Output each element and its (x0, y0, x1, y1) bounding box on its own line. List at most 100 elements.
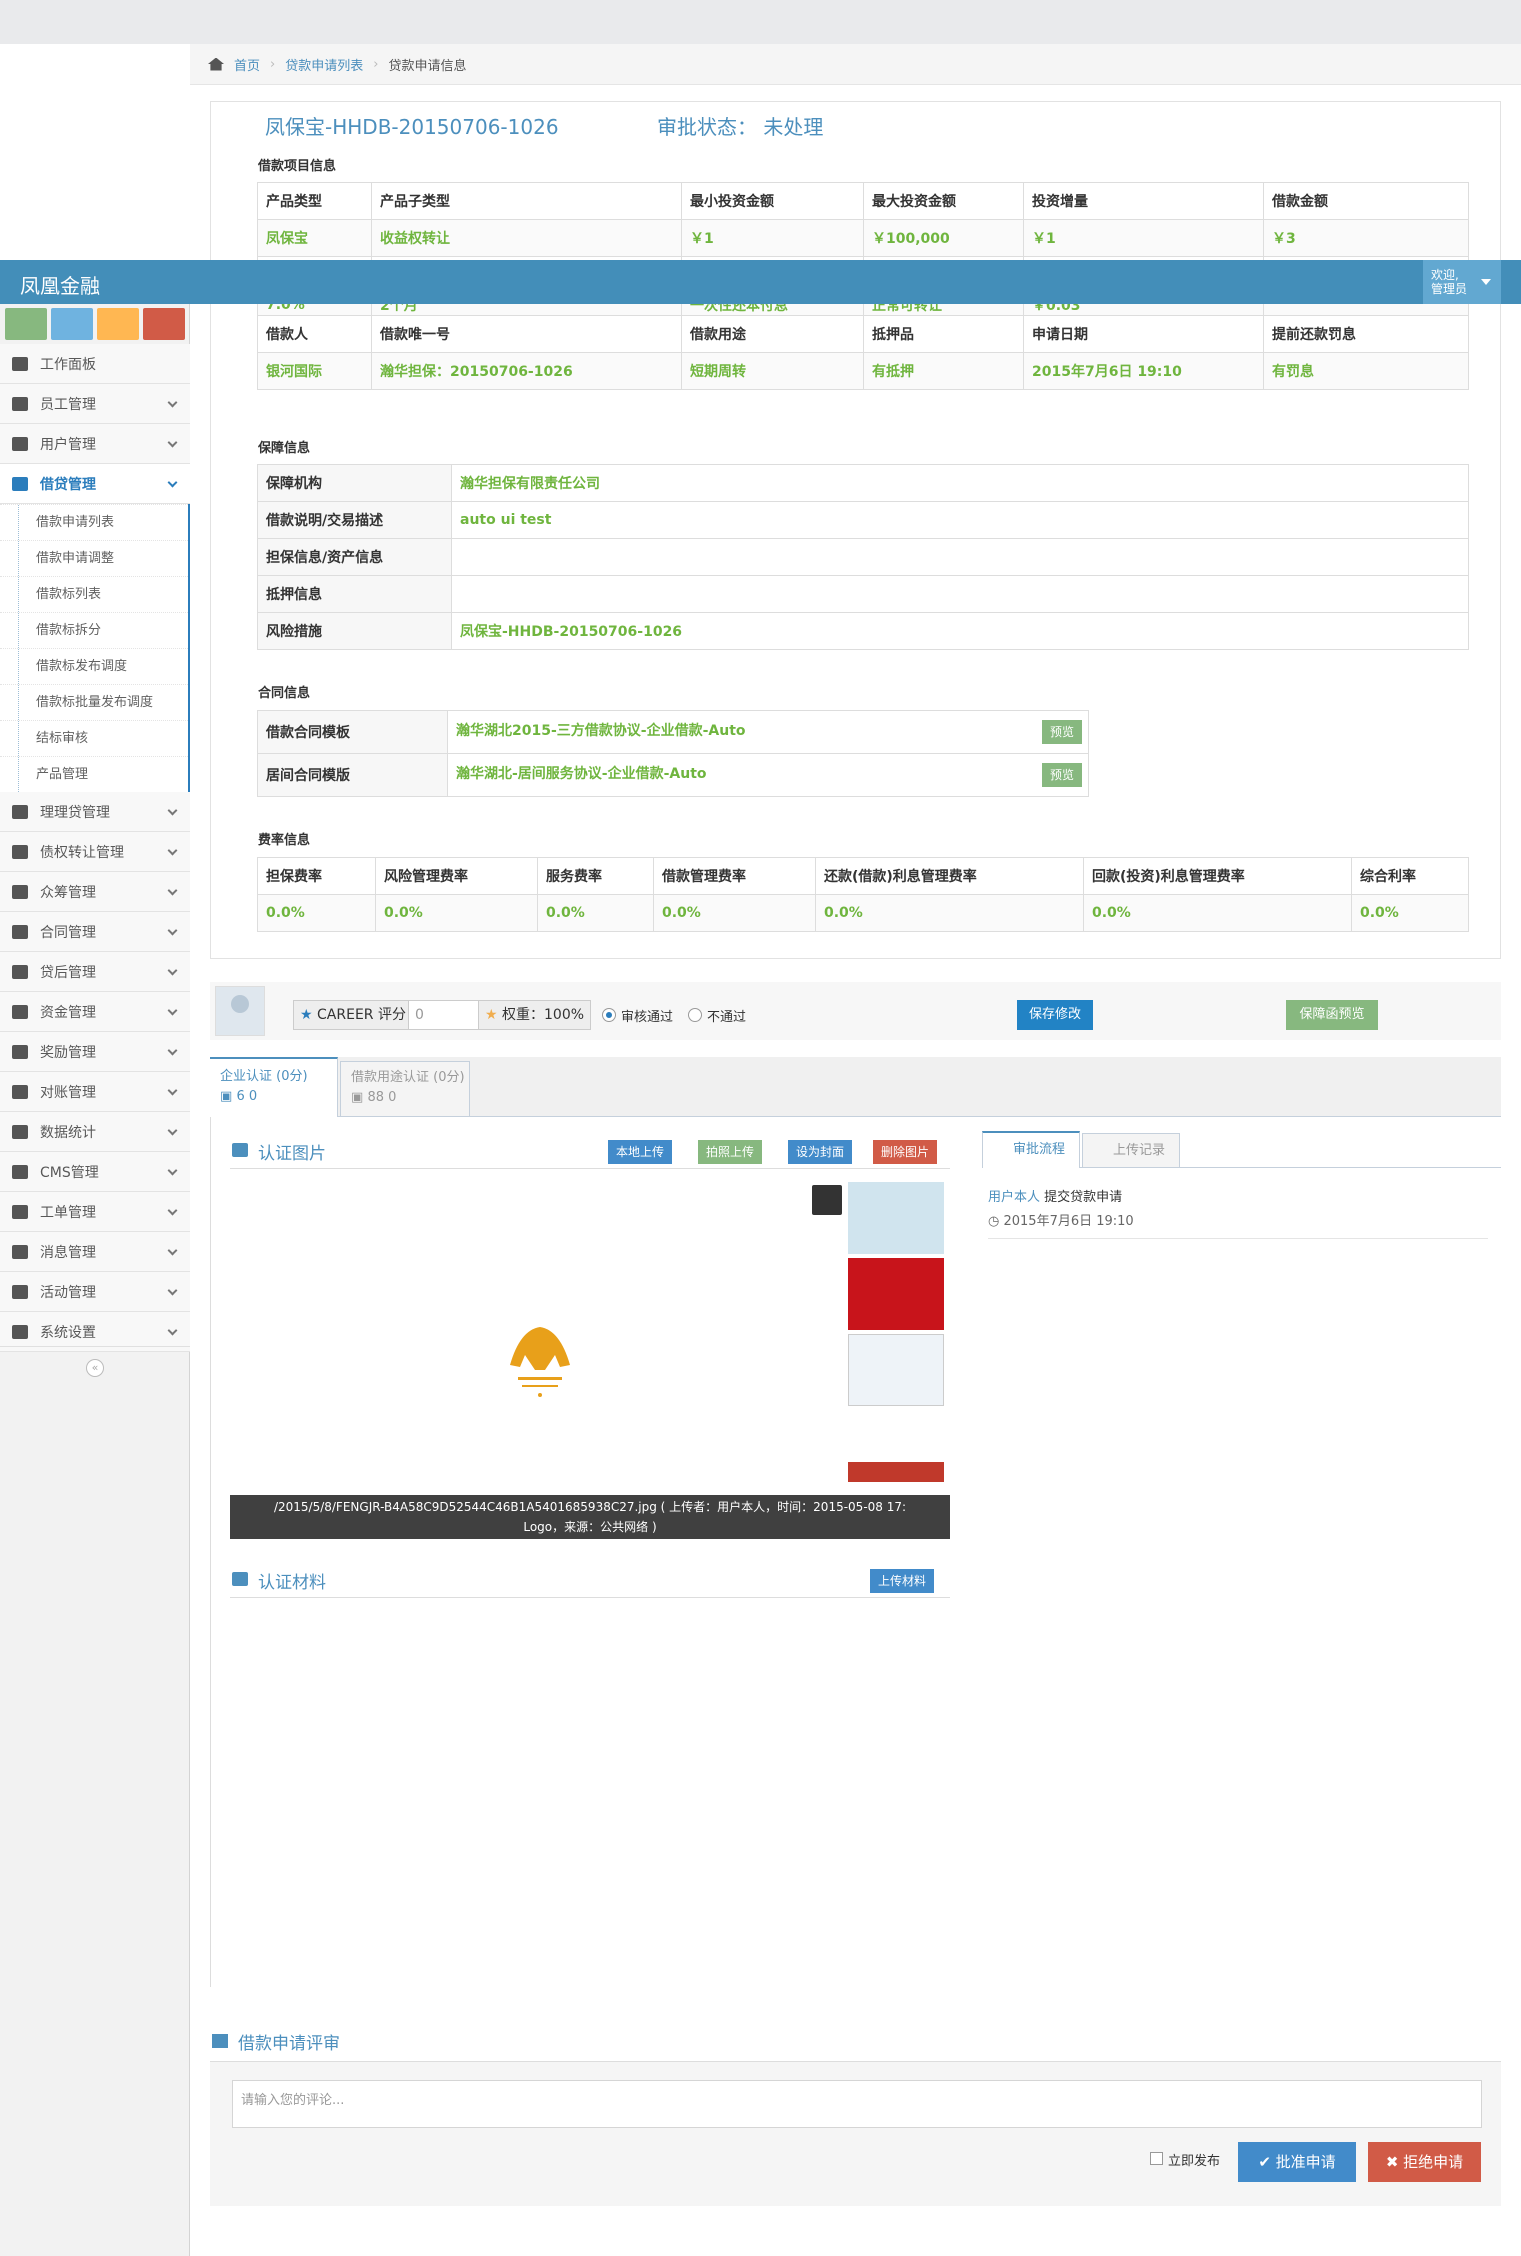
table-label: 担保信息/资产信息 (257, 538, 452, 576)
double-angle-left-icon[interactable]: « (86, 1359, 104, 1377)
preview-button[interactable]: 预览 (1042, 720, 1082, 744)
caption-line: /2015/5/8/FENGJR-B4A58C9D52544C46B1A5401… (273, 1500, 907, 1514)
local-upload-button[interactable]: 本地上传 (608, 1140, 673, 1164)
sidebar-item-label: 奖励管理 (40, 1044, 96, 1061)
brand-logo[interactable]: 凤凰金融 (20, 270, 100, 299)
photo-upload-button[interactable]: 拍照上传 (698, 1140, 763, 1164)
sidebar-item-reconcile[interactable]: 对账管理 (0, 1072, 190, 1112)
submenu-item[interactable]: 产品管理 (0, 756, 188, 792)
sidebar-item-label: 债权转让管理 (40, 844, 124, 861)
sidebar-item-activities[interactable]: 活动管理 (0, 1272, 190, 1312)
reject-button[interactable]: ✖ 拒绝申请 (1368, 2142, 1481, 2182)
sidebar-item-label: 理理贷管理 (40, 804, 110, 821)
submenu-item[interactable]: 借款标列表 (0, 576, 188, 612)
loan-info-panel: 凤保宝-HHDB-20150706-1026 审批状态： 未处理 借款项目信息 … (210, 101, 1501, 959)
flow-entry: 用户本人 提交贷款申请 (988, 1186, 1488, 1210)
user-icon (12, 436, 28, 451)
tab-counts: ▣ 6 0 (220, 1087, 337, 1107)
image-icon: ▣ (220, 1089, 233, 1104)
approve-button[interactable]: ✔ 批准申请 (1238, 2142, 1356, 2182)
delete-image-button[interactable]: 删除图片 (873, 1140, 938, 1164)
users-icon[interactable] (97, 308, 139, 340)
chevron-down-icon (167, 477, 178, 488)
table-cell: 0.0% (1083, 894, 1352, 932)
cert-materials-header: 认证材料 上传材料 (230, 1562, 950, 1598)
weight-text: 权重：100% (502, 1007, 585, 1023)
sidebar-item-crowdfunding[interactable]: 众筹管理 (0, 872, 190, 912)
table-cell: 收益权转让 (371, 219, 682, 257)
guarantee-preview-button[interactable]: 保障函预览 (1286, 1000, 1378, 1030)
sidebar-item-licai[interactable]: 理理贷管理 (0, 792, 190, 832)
sidebar-item-users[interactable]: 用户管理 (0, 424, 190, 464)
section-title-project: 借款项目信息 (258, 159, 337, 174)
tab-upload-records[interactable]: 上传记录 (1082, 1133, 1180, 1168)
sidebar-item-loans[interactable]: 借贷管理 (0, 464, 190, 504)
thumbnail-image[interactable] (848, 1410, 944, 1482)
sidebar-item-label: 贷后管理 (40, 964, 96, 981)
preview-button[interactable]: 预览 (1042, 763, 1082, 787)
tags-icon (12, 1244, 28, 1259)
flow-user[interactable]: 用户本人 (988, 1190, 1040, 1205)
tab-label: 企业认证 (0分) (220, 1069, 308, 1084)
flow-time-text: 2015年7月6日 19:10 (1003, 1214, 1134, 1229)
approve-label: 批准申请 (1275, 2153, 1336, 2171)
thumbnail-image[interactable] (848, 1258, 944, 1330)
career-label: CAREER 评分 (317, 1007, 406, 1023)
sidebar-item-label: 对账管理 (40, 1084, 96, 1101)
submenu-item[interactable]: 借款申请列表 (0, 504, 188, 540)
money-icon (12, 1004, 28, 1019)
copy-icon (12, 1124, 28, 1139)
breadcrumb-list[interactable]: 贷款申请列表 (285, 55, 363, 74)
publish-checkbox[interactable] (1150, 2152, 1163, 2165)
caption-line: Logo，来源：公共网络 ) (523, 1520, 657, 1534)
sidebar-item-dashboard[interactable]: 工作面板 (0, 344, 190, 384)
sidebar-item-stats[interactable]: 数据统计 (0, 1112, 190, 1152)
cogs-icon[interactable] (143, 308, 185, 340)
sidebar-item-staff[interactable]: 员工管理 (0, 384, 190, 424)
submenu-item[interactable]: 借款标发布调度 (0, 648, 188, 684)
guarantee-table: 保障机构 瀚华担保有限责任公司 借款说明/交易描述 auto ui test 担保信… (257, 464, 1469, 650)
sidebar-item-contracts[interactable]: 合同管理 (0, 912, 190, 952)
signal-icon[interactable] (5, 308, 47, 340)
tab-enterprise-cert[interactable]: 企业认证 (0分) ▣ 6 0 (210, 1057, 338, 1117)
chevron-down-icon (167, 965, 178, 976)
sidebar-item-funds[interactable]: 资金管理 (0, 992, 190, 1032)
thumbnail-image[interactable] (848, 1334, 944, 1406)
comment-textarea[interactable]: 请输入您的评论... (232, 2080, 1482, 2128)
sidebar-item-workorders[interactable]: 工单管理 (0, 1192, 190, 1232)
sidebar-item-debt-transfer[interactable]: 债权转让管理 (0, 832, 190, 872)
thumbnail-image[interactable] (848, 1182, 944, 1254)
sidebar-item-postloan[interactable]: 贷后管理 (0, 952, 190, 992)
pencil-icon[interactable] (51, 308, 93, 340)
sidebar-item-label: 工作面板 (40, 356, 96, 373)
upload-materials-button[interactable]: 上传材料 (870, 1569, 935, 1593)
breadcrumb-home[interactable]: 首页 (234, 55, 260, 74)
submenu-item[interactable]: 借款申请调整 (0, 540, 188, 576)
cert-images-header: 认证图片 本地上传 拍照上传 设为封面 删除图片 (230, 1133, 950, 1169)
sidebar-item-messages[interactable]: 消息管理 (0, 1232, 190, 1272)
career-score-input[interactable]: 0 (408, 1000, 483, 1030)
submenu-item[interactable]: 借款标批量发布调度 (0, 684, 188, 720)
table-cell: ￥100,000 (863, 219, 1024, 257)
set-cover-button[interactable]: 设为封面 (788, 1140, 853, 1164)
sidebar-item-label: 资金管理 (40, 1004, 96, 1021)
user-menu[interactable]: 欢迎, 管理员 (1423, 260, 1501, 304)
approve-radio[interactable] (602, 1008, 616, 1022)
tab-loan-usage-cert[interactable]: 借款用途认证 (0分) ▣ 88 0 (340, 1061, 470, 1117)
sidebar-item-cms[interactable]: CMS管理 (0, 1152, 190, 1192)
expand-icon[interactable] (812, 1185, 842, 1215)
reject-radio[interactable] (688, 1008, 702, 1022)
submenu-item[interactable]: 借款标拆分 (0, 612, 188, 648)
fee-table: 担保费率 风险管理费率 服务费率 借款管理费率 还款(借款)利息管理费率 回款(… (257, 857, 1469, 932)
career-score-label: ★ CAREER 评分 (293, 1000, 413, 1030)
section-title: 认证图片 (258, 1144, 326, 1164)
table-cell (451, 575, 1469, 613)
submenu-item[interactable]: 结标审核 (0, 720, 188, 756)
bullhorn-icon (12, 1204, 28, 1219)
tab-approval-flow[interactable]: 审批流程 (982, 1131, 1080, 1168)
sidebar-shortcuts (0, 304, 190, 344)
chevron-down-icon (167, 885, 178, 896)
gavel-icon (212, 2034, 228, 2048)
sidebar-item-rewards[interactable]: 奖励管理 (0, 1032, 190, 1072)
save-button[interactable]: 保存修改 (1017, 1000, 1093, 1030)
